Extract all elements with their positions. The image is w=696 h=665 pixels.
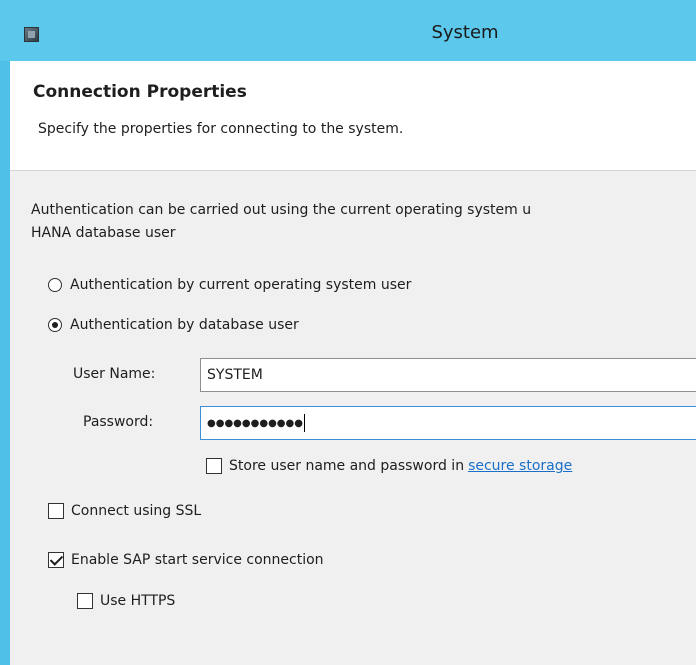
sap-start-service-option[interactable]: Enable SAP start service connection xyxy=(48,552,324,568)
page-description: Specify the properties for connecting to… xyxy=(38,121,404,137)
title-bar[interactable]: System xyxy=(0,0,696,61)
radio-db-user-indicator[interactable] xyxy=(48,318,62,332)
radio-os-user-indicator[interactable] xyxy=(48,278,62,292)
header-panel: Connection Properties Specify the proper… xyxy=(10,61,696,171)
dialog-content: Connection Properties Specify the proper… xyxy=(10,61,696,665)
https-checkbox[interactable] xyxy=(77,593,93,609)
radio-os-user[interactable]: Authentication by current operating syst… xyxy=(48,277,411,293)
radio-db-user-label[interactable]: Authentication by database user xyxy=(70,317,299,333)
ssl-option[interactable]: Connect using SSL xyxy=(48,503,201,519)
user-name-label: User Name: xyxy=(73,366,156,382)
ssl-label[interactable]: Connect using SSL xyxy=(71,503,201,519)
radio-db-user[interactable]: Authentication by database user xyxy=(48,317,299,333)
store-credentials-label[interactable]: Store user name and password in xyxy=(229,458,464,474)
window-frame-left xyxy=(0,0,10,665)
store-credentials-checkbox[interactable] xyxy=(206,458,222,474)
radio-os-user-label[interactable]: Authentication by current operating syst… xyxy=(70,277,411,293)
text-caret xyxy=(303,414,305,432)
https-label[interactable]: Use HTTPS xyxy=(100,593,175,609)
authentication-intro-text: Authentication can be carried out using … xyxy=(31,202,532,241)
password-input[interactable]: ●●●●●●●●●●● xyxy=(200,406,696,440)
https-option[interactable]: Use HTTPS xyxy=(77,593,175,609)
page-title: Connection Properties xyxy=(33,82,247,102)
user-name-value: SYSTEM xyxy=(207,367,263,383)
window-title: System xyxy=(431,22,499,43)
password-label: Password: xyxy=(83,414,154,430)
sap-start-service-checkbox[interactable] xyxy=(48,552,64,568)
store-credentials-option[interactable]: Store user name and password in secure s… xyxy=(206,458,572,474)
password-value: ●●●●●●●●●●● xyxy=(207,417,303,429)
ssl-checkbox[interactable] xyxy=(48,503,64,519)
secure-storage-link[interactable]: secure storage xyxy=(468,458,572,474)
sap-start-service-label[interactable]: Enable SAP start service connection xyxy=(71,552,324,568)
user-name-input[interactable]: SYSTEM xyxy=(200,358,696,392)
